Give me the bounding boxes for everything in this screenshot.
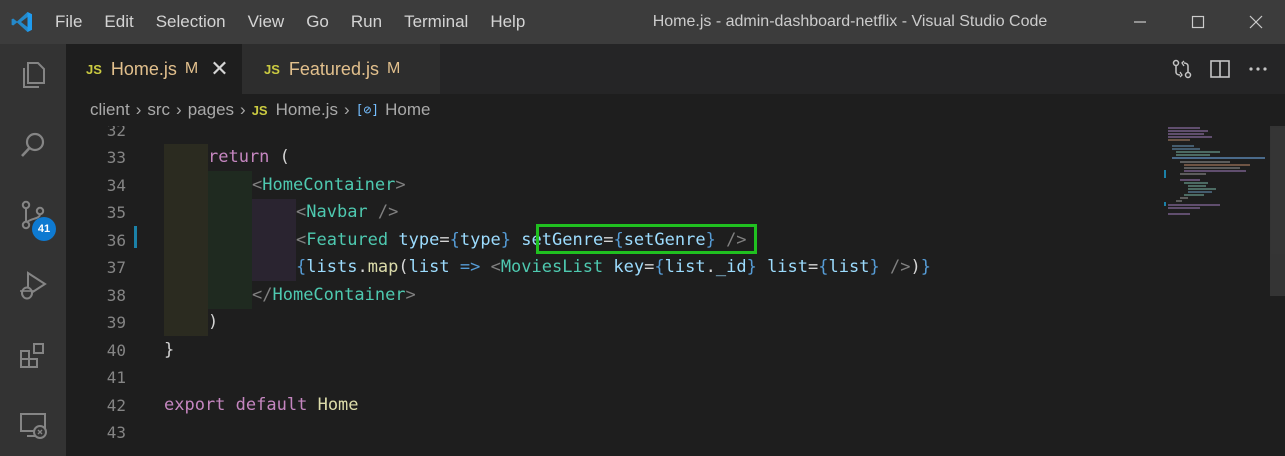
code-text: <Navbar /> [296, 202, 399, 222]
line-number: 37 [106, 258, 126, 277]
editor-actions [1171, 44, 1269, 94]
code-text: } [164, 339, 175, 360]
menu-go[interactable]: Go [295, 0, 340, 44]
more-actions-icon[interactable] [1247, 58, 1269, 80]
minimize-button[interactable] [1111, 0, 1169, 44]
line-number: 34 [106, 175, 126, 195]
maximize-button[interactable] [1169, 0, 1227, 44]
modified-indicator: M [386, 60, 401, 77]
code-line: 32 [66, 126, 1166, 145]
code-line: 34 <HomeContainer> [66, 172, 1166, 200]
breadcrumb-src[interactable]: src [147, 100, 170, 120]
maximize-icon [1191, 15, 1205, 29]
title-bar: File Edit Selection View Go Run Terminal… [0, 0, 1285, 44]
run-debug-button[interactable] [0, 256, 66, 314]
code-text: <HomeContainer> [252, 174, 406, 195]
activity-bar: 41 [0, 44, 66, 456]
code-text: return ( [208, 147, 290, 167]
code-text: ) [208, 312, 219, 332]
remote-explorer-icon [20, 413, 47, 439]
code-line: 42 export default Home [66, 392, 1166, 420]
code-line: 38 </HomeContainer> [66, 282, 1166, 310]
menu-view[interactable]: View [237, 0, 296, 44]
line-number: 39 [106, 313, 126, 332]
line-number: 41 [106, 368, 126, 387]
code-line: 35 <Navbar /> [66, 199, 1166, 227]
breadcrumb: client › src › pages › JS Home.js › [⊘] … [66, 94, 1285, 126]
code-line: 37 {lists.map(list => <MoviesList key={l… [66, 254, 1166, 282]
tab-label: Home.js [110, 58, 177, 79]
extensions-icon [20, 343, 44, 368]
line-number: 36 [106, 230, 126, 250]
minimize-icon [1134, 21, 1146, 23]
menu-edit[interactable]: Edit [93, 0, 144, 44]
line-number: 42 [106, 395, 126, 415]
breadcrumb-pages[interactable]: pages [188, 100, 234, 120]
line-number: 38 [106, 285, 126, 305]
tab-home-js[interactable]: JS Home.js M ✕ [66, 44, 242, 94]
code-text: {lists.map(list => <MoviesList key={list… [296, 257, 931, 277]
code-editor[interactable]: 32 33 return ( 34 <HomeContainer> 35 <Na… [66, 126, 1285, 456]
minimap[interactable] [1160, 126, 1270, 226]
code-line: 33 return ( [66, 144, 1166, 172]
window-title: Home.js - admin-dashboard-netflix - Visu… [652, 13, 1048, 30]
scrollbar-thumb[interactable] [1270, 126, 1285, 296]
chevron-right-icon: › [343, 100, 350, 119]
extensions-button[interactable] [0, 326, 66, 384]
menu-terminal[interactable]: Terminal [393, 0, 479, 44]
menu-bar: File Edit Selection View Go Run Terminal… [44, 0, 536, 44]
symbol-variable-icon: [⊘] [355, 102, 380, 118]
line-number: 43 [106, 423, 126, 442]
breadcrumb-symbol[interactable]: Home [385, 100, 430, 120]
close-window-button[interactable] [1227, 0, 1285, 44]
code-line: 40 } [66, 337, 1166, 365]
menu-help[interactable]: Help [479, 0, 536, 44]
remote-explorer-button[interactable] [0, 396, 66, 454]
code-text: export default Home [164, 394, 359, 415]
menu-file[interactable]: File [44, 0, 93, 44]
menu-selection[interactable]: Selection [145, 0, 237, 44]
search-button[interactable] [0, 116, 66, 174]
explorer-icon [23, 62, 45, 88]
split-editor-icon[interactable] [1209, 58, 1231, 80]
breadcrumb-client[interactable]: client [90, 100, 130, 120]
line-number: 35 [106, 203, 126, 222]
explorer-button[interactable] [0, 46, 66, 104]
chevron-right-icon: › [135, 100, 142, 119]
javascript-file-icon: JS [251, 102, 268, 118]
code-line: 43 [66, 419, 1166, 447]
chevron-right-icon: › [240, 100, 246, 119]
compare-changes-icon[interactable] [1171, 58, 1193, 80]
code-line: 39 ) [66, 309, 1166, 337]
vscode-logo-icon [0, 0, 44, 44]
run-debug-icon [20, 271, 47, 300]
breadcrumb-file[interactable]: Home.js [276, 100, 338, 120]
code-text: </HomeContainer> [252, 284, 416, 305]
menu-run[interactable]: Run [340, 0, 393, 44]
tab-bar: JS Home.js M ✕ JS Featured.js M [66, 44, 1285, 94]
code-line: 41 [66, 364, 1166, 392]
close-tab-icon[interactable]: ✕ [210, 58, 228, 80]
javascript-file-icon: JS [264, 61, 280, 77]
window-controls [1111, 0, 1285, 44]
close-icon [1249, 15, 1263, 29]
source-control-badge: 41 [32, 217, 56, 241]
search-icon [21, 132, 45, 157]
tab-label: Featured.js [288, 58, 379, 79]
line-number: 33 [106, 148, 126, 167]
line-number: 32 [106, 126, 126, 140]
javascript-file-icon: JS [86, 61, 102, 77]
modified-indicator: M [184, 60, 199, 77]
tab-featured-js[interactable]: JS Featured.js M [242, 44, 440, 94]
highlight-annotation-box [536, 224, 757, 254]
chevron-right-icon: › [176, 100, 182, 119]
line-number: 40 [106, 340, 126, 360]
